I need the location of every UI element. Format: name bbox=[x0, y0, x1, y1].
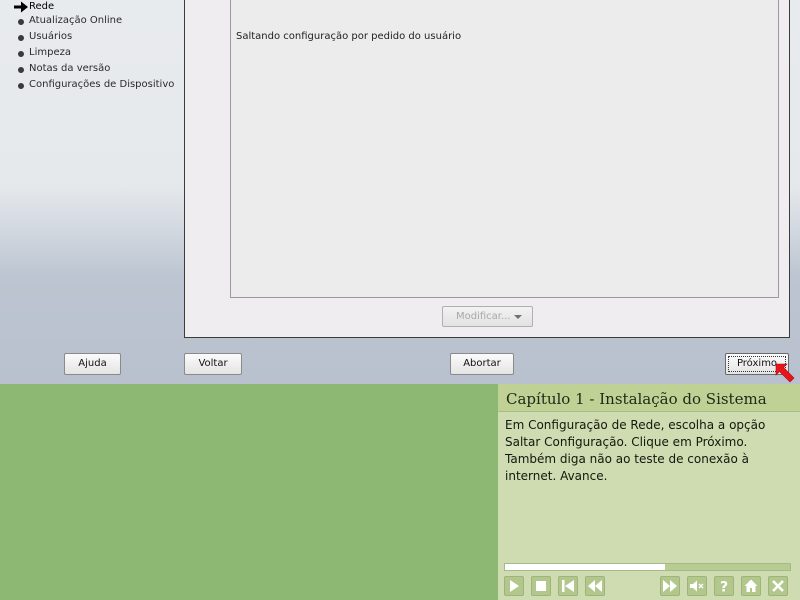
skip-to-start-button[interactable] bbox=[558, 576, 578, 596]
close-tutorial-button[interactable] bbox=[768, 576, 788, 596]
home-button[interactable] bbox=[741, 576, 761, 596]
tutorial-instructions: Em Configuração de Rede, escolha a opção… bbox=[505, 418, 766, 483]
modify-button-label: Modificar... bbox=[456, 311, 511, 322]
sidebar-item-users: Usuários bbox=[0, 30, 180, 46]
message-area: Saltando configuração por pedido do usuá… bbox=[230, 0, 779, 298]
tutorial-progress-bar[interactable] bbox=[504, 563, 791, 571]
rewind-button[interactable] bbox=[585, 576, 605, 596]
sidebar-item-label: Rede bbox=[29, 1, 55, 12]
bullet-icon bbox=[18, 51, 24, 57]
help-icon: ? bbox=[720, 580, 728, 596]
stop-button[interactable] bbox=[531, 576, 551, 596]
fast-forward-icon bbox=[663, 580, 677, 592]
stop-icon bbox=[536, 581, 546, 591]
sidebar-item-online-update: Atualização Online bbox=[0, 14, 180, 30]
abort-button[interactable]: Abortar bbox=[450, 353, 514, 375]
tutorial-controls: ? bbox=[504, 576, 794, 598]
tutorial-area: Capítulo 1 - Instalação do Sistema Em Co… bbox=[0, 384, 800, 600]
mute-button[interactable] bbox=[687, 576, 707, 596]
tutorial-panel: Capítulo 1 - Instalação do Sistema Em Co… bbox=[496, 384, 800, 600]
help-tutorial-button[interactable]: ? bbox=[714, 576, 734, 596]
bullet-icon bbox=[18, 19, 24, 25]
rewind-icon bbox=[588, 580, 602, 592]
bullet-icon bbox=[18, 83, 24, 89]
sidebar-item-release-notes: Notas da versão bbox=[0, 62, 180, 78]
fast-forward-button[interactable] bbox=[660, 576, 680, 596]
modify-dropdown-button: Modificar... bbox=[442, 306, 533, 327]
pointer-arrow-icon bbox=[775, 363, 795, 383]
close-icon bbox=[772, 580, 784, 592]
main-content-panel: Saltando configuração por pedido do usuá… bbox=[184, 0, 790, 338]
status-message: Saltando configuração por pedido do usuá… bbox=[236, 31, 462, 42]
home-icon bbox=[744, 579, 758, 592]
sidebar-item-label: Usuários bbox=[29, 31, 73, 42]
sidebar-item-device-config: Configurações de Dispositivo bbox=[0, 78, 180, 94]
sidebar-item-label: Configurações de Dispositivo bbox=[29, 79, 175, 90]
skip-to-start-icon bbox=[562, 580, 574, 592]
chapter-title: Capítulo 1 - Instalação do Sistema bbox=[498, 384, 800, 412]
play-icon bbox=[510, 580, 519, 592]
chevron-down-icon bbox=[514, 315, 522, 319]
installer-window: Rede Atualização Online Usuários Limpeza… bbox=[0, 0, 800, 384]
installation-steps-sidebar: Rede Atualização Online Usuários Limpeza… bbox=[0, 0, 180, 300]
back-button[interactable]: Voltar bbox=[184, 353, 242, 375]
help-button[interactable]: Ajuda bbox=[64, 353, 121, 375]
svg-text:?: ? bbox=[720, 580, 728, 596]
play-button[interactable] bbox=[504, 576, 524, 596]
sidebar-item-label: Notas da versão bbox=[29, 63, 111, 74]
mute-icon bbox=[690, 580, 704, 592]
bullet-icon bbox=[18, 35, 24, 41]
tutorial-progress-fill bbox=[505, 564, 665, 570]
sidebar-item-label: Limpeza bbox=[29, 47, 71, 58]
bullet-icon bbox=[18, 67, 24, 73]
sidebar-item-label: Atualização Online bbox=[29, 15, 123, 26]
current-step-arrow-icon bbox=[14, 1, 28, 13]
tutorial-progress-remaining bbox=[665, 564, 790, 570]
sidebar-item-cleanup: Limpeza bbox=[0, 46, 180, 62]
